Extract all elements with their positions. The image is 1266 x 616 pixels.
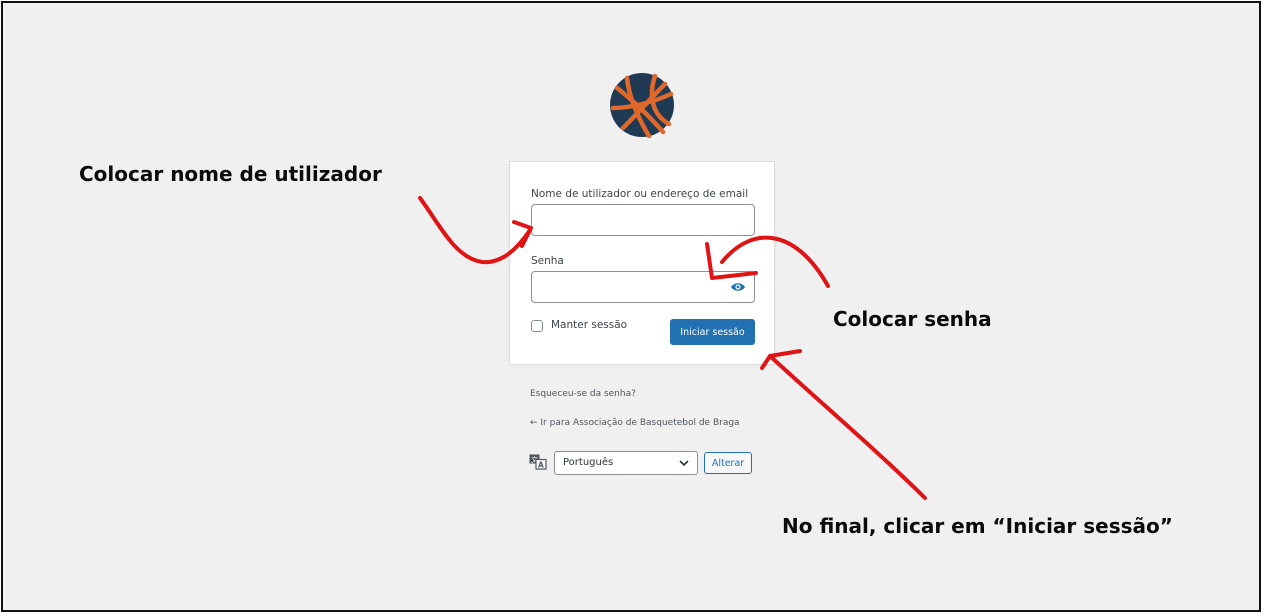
annotation-submit: No final, clicar em “Iniciar sessão” xyxy=(782,514,1173,538)
change-language-button[interactable]: Alterar xyxy=(704,452,752,474)
password-label: Senha xyxy=(531,255,564,267)
chevron-down-icon xyxy=(679,460,689,467)
username-label: Nome de utilizador ou endereço de email xyxy=(531,188,749,200)
remember-me-checkbox[interactable] xyxy=(531,320,543,332)
remember-me-label: Manter sessão xyxy=(551,319,628,331)
language-select-value: Português xyxy=(563,457,614,468)
site-logo[interactable] xyxy=(609,72,675,138)
annotation-password: Colocar senha xyxy=(833,307,992,331)
annotation-username: Colocar nome de utilizador xyxy=(79,162,382,186)
svg-text:A: A xyxy=(538,461,544,470)
show-password-icon[interactable] xyxy=(730,280,746,294)
translation-icon: 文 A xyxy=(529,454,547,470)
password-field[interactable] xyxy=(531,271,755,303)
login-submit-button[interactable]: Iniciar sessão xyxy=(670,319,755,345)
back-to-site-link[interactable]: ← Ir para Associação de Basquetebol de B… xyxy=(530,418,740,428)
password-input[interactable] xyxy=(532,272,754,302)
login-form: Nome de utilizador ou endereço de email … xyxy=(509,161,775,365)
username-input[interactable] xyxy=(532,205,754,235)
lost-password-link[interactable]: Esqueceu-se da senha? xyxy=(530,389,636,399)
username-field[interactable] xyxy=(531,204,755,236)
language-select[interactable]: Português xyxy=(554,451,698,475)
